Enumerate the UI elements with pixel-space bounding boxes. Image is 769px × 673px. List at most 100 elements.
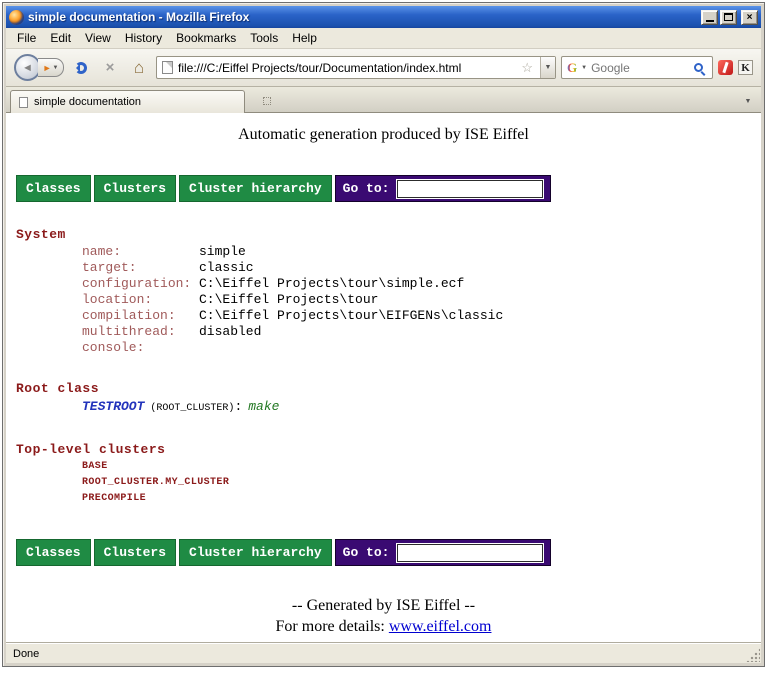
cluster-link[interactable]: PRECOMPILE bbox=[82, 491, 751, 507]
system-row-value: classic bbox=[199, 260, 254, 275]
menu-file[interactable]: File bbox=[10, 29, 43, 47]
more-details-prefix: For more details: bbox=[276, 618, 389, 635]
goto-cell: Go to: bbox=[335, 175, 552, 202]
page-content: Automatic generation produced by ISE Eif… bbox=[6, 113, 761, 643]
system-row: configuration: C:\Eiffel Projects\tour\si… bbox=[82, 276, 751, 292]
address-bar: ☆ ▼ bbox=[156, 56, 556, 79]
reload-button[interactable] bbox=[69, 56, 93, 80]
system-row-value: disabled bbox=[199, 324, 261, 339]
menu-view[interactable]: View bbox=[78, 29, 118, 47]
menu-help[interactable]: Help bbox=[285, 29, 324, 47]
close-icon: × bbox=[747, 12, 753, 23]
system-row-value: C:\Eiffel Projects\tour bbox=[199, 292, 378, 307]
system-row: location: C:\Eiffel Projects\tour bbox=[82, 292, 751, 308]
stop-icon: × bbox=[106, 59, 115, 76]
doc-footer: -- Generated by ISE Eiffel -- For more d… bbox=[16, 597, 751, 636]
back-icon: ◄ bbox=[22, 62, 33, 74]
clusters-button[interactable]: Clusters bbox=[94, 175, 176, 202]
root-colon: : bbox=[234, 399, 242, 414]
tab-page-icon bbox=[19, 97, 28, 108]
minimize-icon bbox=[706, 20, 714, 22]
bookmark-star-icon[interactable]: ☆ bbox=[519, 60, 535, 76]
tab-label: simple documentation bbox=[34, 96, 141, 108]
search-bar: G ▼ bbox=[561, 56, 713, 79]
system-row: multithread: disabled bbox=[82, 324, 751, 340]
back-button[interactable]: ◄ bbox=[14, 54, 41, 81]
search-magnifier-icon[interactable] bbox=[694, 63, 703, 72]
root-cluster-name: (ROOT_CLUSTER) bbox=[150, 403, 234, 414]
google-logo-icon: G bbox=[567, 60, 577, 76]
new-tab-button[interactable] bbox=[259, 93, 275, 109]
close-button[interactable]: × bbox=[741, 10, 758, 25]
minimize-button[interactable] bbox=[701, 10, 718, 25]
window-title: simple documentation - Mozilla Firefox bbox=[28, 10, 699, 24]
menu-tools[interactable]: Tools bbox=[243, 29, 285, 47]
system-row-label: console: bbox=[82, 340, 191, 356]
menu-bookmarks[interactable]: Bookmarks bbox=[169, 29, 243, 47]
system-row: target: classic bbox=[82, 260, 751, 276]
doc-navbar-bottom: Classes Clusters Cluster hierarchy Go to… bbox=[16, 539, 751, 566]
url-dropdown-icon: ▼ bbox=[545, 64, 552, 71]
goto-input[interactable] bbox=[397, 544, 543, 562]
classes-button[interactable]: Classes bbox=[16, 175, 91, 202]
menu-edit[interactable]: Edit bbox=[43, 29, 78, 47]
cluster-link[interactable]: ROOT_CLUSTER.MY_CLUSTER bbox=[82, 475, 751, 491]
root-class-heading: Root class bbox=[16, 381, 751, 396]
menu-history[interactable]: History bbox=[118, 29, 169, 47]
system-row-label: multithread: bbox=[82, 324, 191, 340]
reload-icon bbox=[75, 62, 87, 74]
more-details-line: For more details: www.eiffel.com bbox=[16, 618, 751, 636]
document: Automatic generation produced by ISE Eif… bbox=[6, 113, 761, 636]
system-row-value: C:\Eiffel Projects\tour\EIFGENs\classic bbox=[199, 308, 503, 323]
top-clusters-heading: Top-level clusters bbox=[16, 442, 751, 457]
eiffel-link[interactable]: www.eiffel.com bbox=[389, 618, 492, 635]
addon-red-icon[interactable] bbox=[718, 60, 733, 75]
classes-button[interactable]: Classes bbox=[16, 539, 91, 566]
status-bar: Done bbox=[6, 643, 761, 663]
tab-simple-documentation[interactable]: simple documentation bbox=[10, 90, 245, 113]
list-all-tabs-button[interactable]: ▼ bbox=[739, 92, 757, 110]
site-identity-icon[interactable] bbox=[162, 61, 173, 74]
maximize-button[interactable] bbox=[720, 10, 737, 25]
search-input[interactable] bbox=[591, 61, 690, 75]
cluster-hierarchy-button[interactable]: Cluster hierarchy bbox=[179, 539, 332, 566]
title-bar: simple documentation - Mozilla Firefox × bbox=[6, 6, 761, 28]
clusters-button[interactable]: Clusters bbox=[94, 539, 176, 566]
resize-grip[interactable] bbox=[746, 648, 760, 662]
system-row-label: compilation: bbox=[82, 308, 191, 324]
root-class-link[interactable]: TESTROOT bbox=[82, 399, 144, 414]
url-input[interactable] bbox=[178, 61, 514, 75]
maximize-icon bbox=[724, 13, 733, 21]
forward-icon: ► bbox=[43, 63, 52, 73]
top-clusters-list: BASE ROOT_CLUSTER.MY_CLUSTER PRECOMPILE bbox=[16, 459, 751, 507]
goto-cell: Go to: bbox=[335, 539, 552, 566]
search-engine-dropdown-icon[interactable]: ▼ bbox=[581, 65, 587, 71]
system-rows: name: simple target: classic configuration… bbox=[16, 244, 751, 356]
system-row-label: target: bbox=[82, 260, 191, 276]
cluster-link[interactable]: BASE bbox=[82, 459, 751, 475]
system-row: console: bbox=[82, 340, 751, 356]
new-tab-icon bbox=[263, 97, 271, 105]
generated-by-line: -- Generated by ISE Eiffel -- bbox=[16, 597, 751, 615]
back-forward-group: ◄ ►▼ bbox=[14, 54, 64, 81]
stop-button[interactable]: × bbox=[98, 56, 122, 80]
system-row-value: simple bbox=[199, 244, 246, 259]
root-class-line: TESTROOT (ROOT_CLUSTER): make bbox=[82, 398, 751, 417]
firefox-icon[interactable] bbox=[9, 10, 24, 25]
system-row: name: simple bbox=[82, 244, 751, 260]
goto-input[interactable] bbox=[397, 180, 543, 198]
history-dropdown-icon[interactable]: ▼ bbox=[52, 65, 58, 71]
forward-button[interactable]: ►▼ bbox=[38, 58, 64, 77]
doc-navbar-top: Classes Clusters Cluster hierarchy Go to… bbox=[16, 175, 751, 202]
system-heading: System bbox=[16, 227, 751, 242]
goto-label: Go to: bbox=[343, 545, 390, 560]
system-row-label: name: bbox=[82, 244, 191, 260]
addon-k-icon[interactable]: K bbox=[738, 60, 753, 75]
cluster-hierarchy-button[interactable]: Cluster hierarchy bbox=[179, 175, 332, 202]
system-row-label: configuration: bbox=[82, 276, 191, 292]
home-button[interactable]: ⌂ bbox=[127, 56, 151, 80]
url-dropdown-button[interactable]: ▼ bbox=[540, 57, 555, 78]
system-row-label: location: bbox=[82, 292, 191, 308]
system-row-value: C:\Eiffel Projects\tour\simple.ecf bbox=[199, 276, 464, 291]
root-feature-link[interactable]: make bbox=[248, 399, 279, 414]
